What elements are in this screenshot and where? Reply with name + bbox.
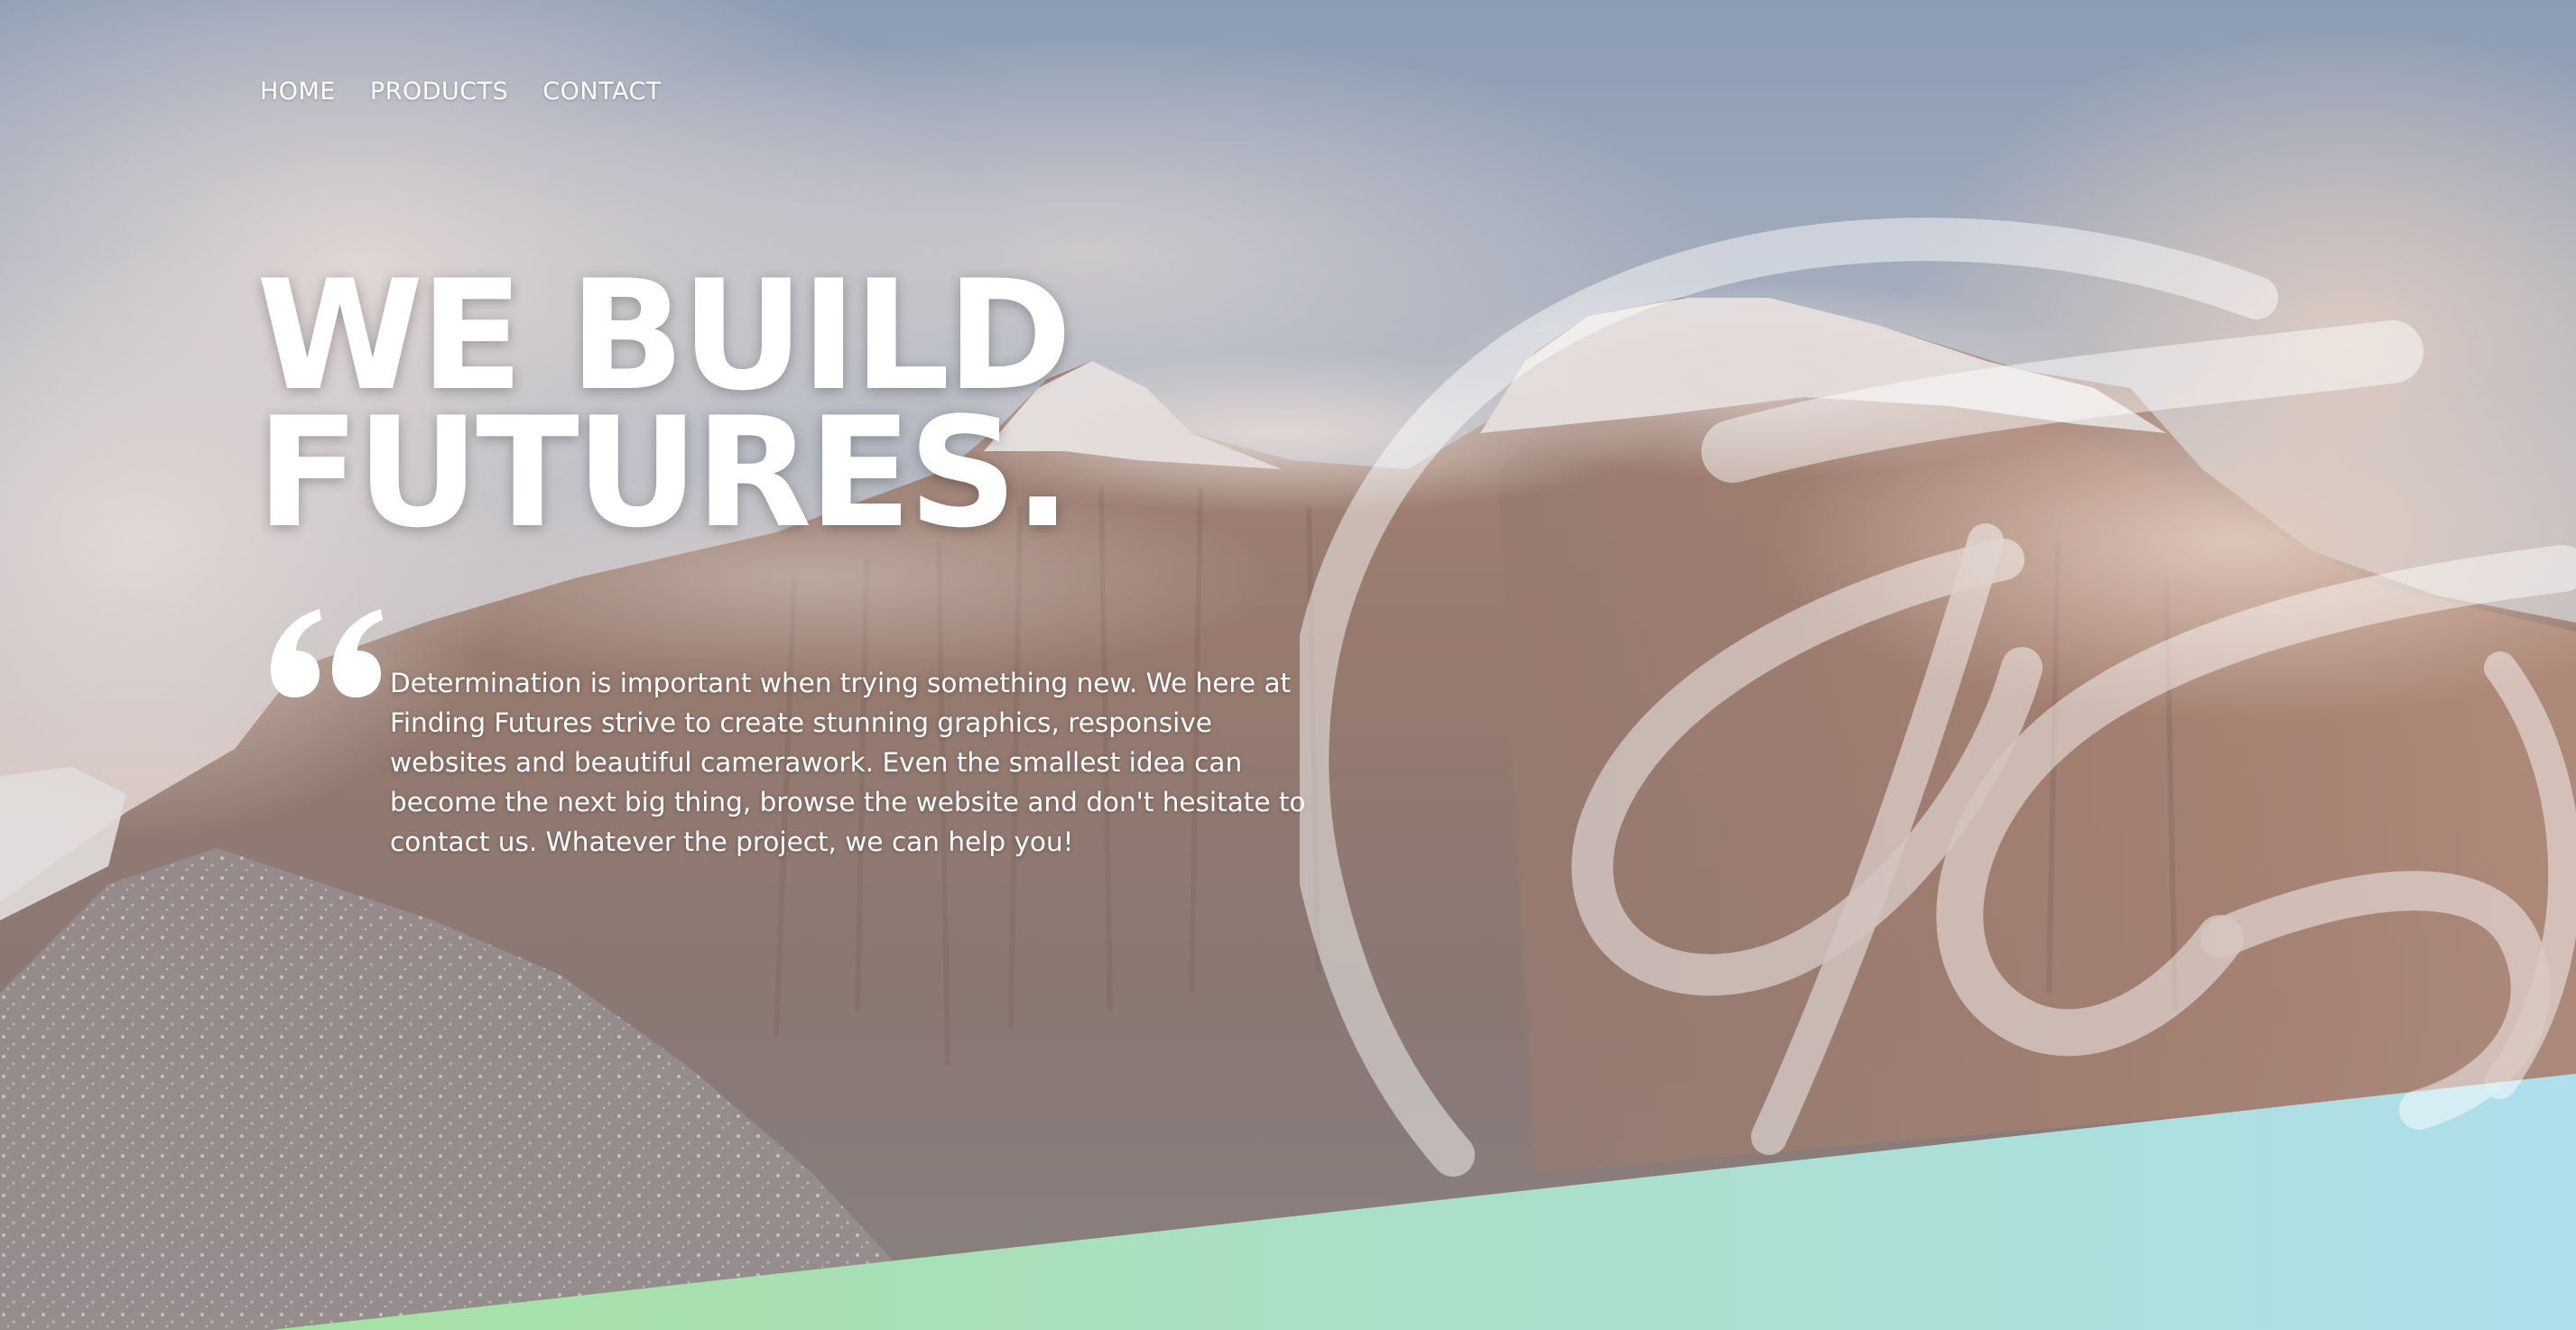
nav-contact-link[interactable]: CONTACT [542,78,662,106]
ff-monogram-logo-icon [1300,217,2576,1177]
hero-section: HOME PRODUCTS CONTACT WE BUILD FUTURES. … [0,0,2576,1330]
nav-products-link[interactable]: PRODUCTS [370,78,508,106]
hero-headline: WE BUILD FUTURES. [256,260,1072,561]
nav-home-link[interactable]: HOME [260,78,336,106]
headline-line-2: FUTURES. [256,384,1071,561]
hero-description: Determination is important when trying s… [390,668,1306,857]
main-nav: HOME PRODUCTS CONTACT [260,78,662,106]
quote-mark-icon [271,609,383,697]
